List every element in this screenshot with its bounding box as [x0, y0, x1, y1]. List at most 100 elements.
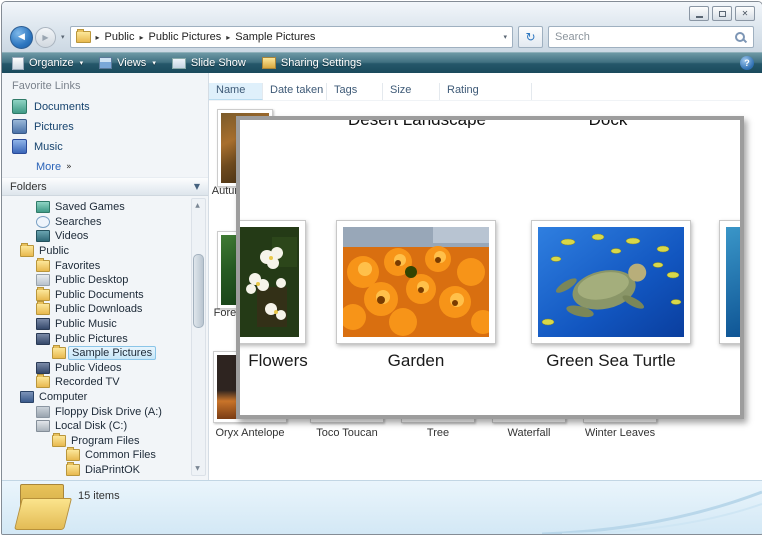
navigation-pane: Favorite Links Documents Pictures Music …: [2, 73, 209, 481]
slide-show-button[interactable]: Slide Show: [171, 57, 246, 69]
tree-item-favorites[interactable]: Favorites: [2, 257, 208, 273]
file-label[interactable]: Toco Toucan: [302, 427, 392, 439]
tree-item-diaprintok[interactable]: DiaPrintOK: [2, 461, 208, 478]
folder-icon: [66, 447, 80, 462]
folder-large-icon: [14, 482, 68, 530]
breadcrumb[interactable]: ▸ Public ▸ Public Pictures ▸ Sample Pict…: [69, 26, 513, 48]
sidebar-item-pictures[interactable]: Pictures: [2, 117, 208, 137]
minimize-button[interactable]: [689, 6, 709, 21]
file-label-large[interactable]: Garden: [336, 351, 496, 371]
file-label[interactable]: Waterfall: [484, 427, 574, 439]
tree-item-common-files[interactable]: Common Files: [2, 447, 208, 463]
organize-icon: [12, 56, 24, 70]
green-sea-turtle-image: [538, 227, 684, 337]
breadcrumb-segment[interactable]: Sample Pictures: [235, 31, 315, 43]
breadcrumb-segment[interactable]: Public: [105, 31, 135, 43]
sharing-settings-button[interactable]: Sharing Settings: [261, 57, 362, 69]
scrollbar-thumb[interactable]: [193, 254, 204, 328]
slide-show-icon: [171, 57, 186, 69]
column-headers: Name Date taken Tags Size Rating: [209, 83, 750, 101]
tree-item-floppy-a[interactable]: Floppy Disk Drive (A:): [2, 404, 208, 419]
sidebar-item-music[interactable]: Music: [2, 137, 208, 157]
file-thumbnail-large[interactable]: [240, 220, 306, 344]
breadcrumb-dropdown-icon[interactable]: ▾: [503, 33, 507, 41]
tree-item-public-music[interactable]: Public Music: [2, 317, 208, 332]
help-button[interactable]: ?: [740, 56, 754, 70]
column-header-name[interactable]: Name: [209, 83, 263, 100]
address-bar: ◀ ▶ ▾ ▸ Public ▸ Public Pictures ▸ Sampl…: [2, 25, 762, 49]
decorative-swoosh: [542, 490, 762, 534]
tree-item-public-downloads[interactable]: Public Downloads: [2, 301, 208, 317]
videos-folder-icon: [36, 361, 50, 374]
folder-icon: [52, 345, 66, 360]
search-input[interactable]: Search: [548, 26, 754, 48]
more-label: More: [36, 161, 62, 173]
file-thumbnail-large[interactable]: [531, 220, 691, 344]
command-toolbar: Organize ▾ Views ▾ Slide Show Sharing Se…: [2, 52, 762, 73]
explorer-window: ✕ ◀ ▶ ▾ ▸ Public ▸ Public Pictures ▸ Sam…: [1, 1, 762, 535]
views-button[interactable]: Views ▾: [99, 57, 156, 69]
folder-icon: [36, 286, 50, 301]
tree-item-public-videos[interactable]: Public Videos: [2, 361, 208, 376]
window-chrome: ✕ ◀ ▶ ▾ ▸ Public ▸ Public Pictures ▸ Sam…: [2, 2, 762, 52]
file-label[interactable]: Tree: [393, 427, 483, 439]
file-list-pane: Name Date taken Tags Size Rating Autumn …: [209, 73, 762, 481]
file-thumbnail-large[interactable]: [336, 220, 496, 344]
folder-icon: [66, 461, 80, 476]
tree-scrollbar[interactable]: ▲ ▼: [191, 198, 206, 476]
file-label[interactable]: Oryx Antelope: [209, 427, 295, 439]
more-links-button[interactable]: More »: [2, 157, 208, 177]
computer-icon: [20, 391, 34, 404]
chevron-down-icon[interactable]: ▼: [194, 182, 200, 191]
chevron-down-icon: ▾: [152, 59, 156, 67]
folders-band[interactable]: Folders ▼: [2, 177, 208, 196]
organize-button[interactable]: Organize ▾: [12, 56, 84, 70]
folder-icon: [52, 432, 66, 447]
tree-item-sample-pictures[interactable]: Sample Pictures: [2, 345, 208, 361]
column-header-size[interactable]: Size: [383, 83, 440, 100]
tree-item-videos[interactable]: Videos: [2, 229, 208, 244]
tree-item-computer[interactable]: Computer: [2, 390, 208, 405]
file-label-large[interactable]: Flowers: [240, 351, 316, 371]
column-header-rating[interactable]: Rating: [440, 83, 532, 100]
breadcrumb-segment[interactable]: Public Pictures: [149, 31, 222, 43]
folder-icon: [75, 29, 91, 43]
search-icon[interactable]: [734, 31, 747, 44]
pictures-folder-icon: [36, 332, 50, 345]
garden-image: [340, 227, 495, 337]
tree-item-public-desktop[interactable]: Public Desktop: [2, 273, 208, 288]
folder-icon: [20, 243, 34, 258]
folder-tree: Saved Games Searches Videos Public Favor…: [2, 196, 208, 483]
music-folder-icon: [36, 318, 50, 331]
nav-history-dropdown-icon[interactable]: ▾: [61, 33, 65, 41]
file-label[interactable]: Winter Leaves: [575, 427, 665, 439]
tree-item-saved-games[interactable]: Saved Games: [2, 200, 208, 215]
forward-button[interactable]: ▶: [35, 26, 56, 48]
column-header-date-taken[interactable]: Date taken: [263, 83, 327, 100]
refresh-button[interactable]: ↻: [518, 26, 543, 48]
tree-item-public-pictures[interactable]: Public Pictures: [2, 331, 208, 346]
pictures-icon: [12, 119, 27, 134]
tree-item-public-documents[interactable]: Public Documents: [2, 286, 208, 303]
scroll-up-icon[interactable]: ▲: [192, 200, 203, 211]
humpback-whale-image: [726, 227, 740, 337]
file-thumbnail-large[interactable]: [719, 220, 740, 344]
tree-item-program-files[interactable]: Program Files: [2, 432, 208, 449]
searches-icon: [36, 215, 50, 228]
sidebar-item-documents[interactable]: Documents: [2, 97, 208, 117]
views-label: Views: [117, 57, 147, 69]
column-header-tags[interactable]: Tags: [327, 83, 383, 100]
close-button[interactable]: ✕: [735, 6, 755, 21]
tree-item-public[interactable]: Public: [2, 243, 208, 259]
back-button[interactable]: ◀: [10, 25, 33, 49]
tree-item-local-disk-c[interactable]: Local Disk (C:): [2, 419, 208, 434]
organize-label: Organize: [29, 57, 74, 69]
maximize-button[interactable]: [712, 6, 732, 21]
tree-item-searches[interactable]: Searches: [2, 215, 208, 230]
scroll-down-icon[interactable]: ▼: [192, 463, 203, 474]
favorite-links-header: Favorite Links: [12, 80, 81, 92]
sharing-settings-icon: [261, 57, 276, 69]
file-label-large[interactable]: Green Sea Turtle: [526, 351, 696, 371]
chevron-down-icon: ▾: [79, 59, 84, 67]
tree-item-recorded-tv[interactable]: Recorded TV: [2, 374, 208, 390]
